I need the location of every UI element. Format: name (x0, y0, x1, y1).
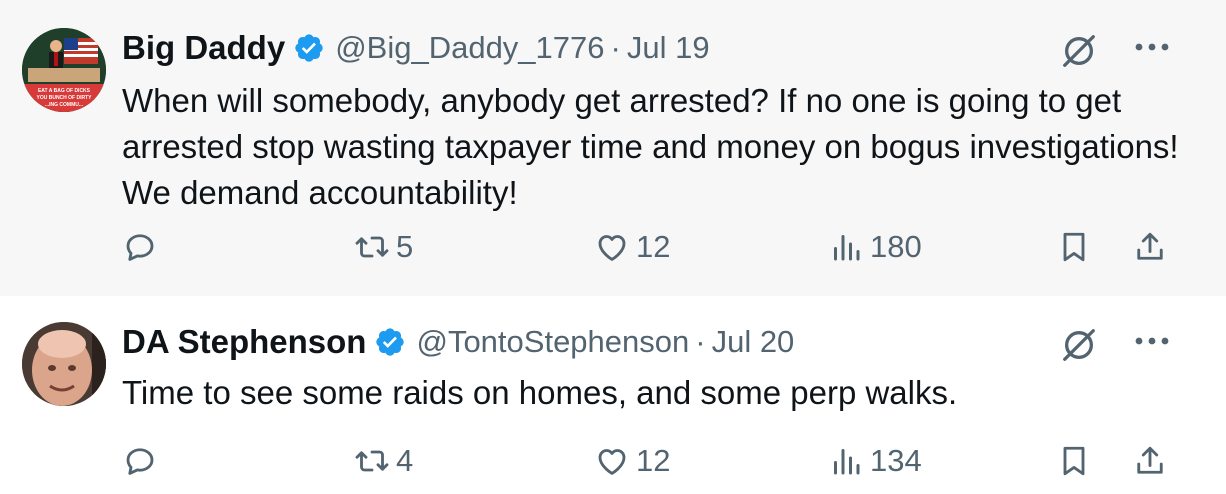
bookmark-icon (1063, 232, 1085, 262)
like-icon (598, 235, 626, 261)
bookmark-button[interactable] (1056, 438, 1092, 484)
reply-button[interactable] (122, 224, 158, 270)
repost-icon (355, 450, 389, 472)
bookmark-button[interactable] (1056, 224, 1092, 270)
share-icon (1137, 446, 1163, 474)
views-icon (834, 449, 860, 475)
views-count: 134 (870, 443, 922, 478)
verified-badge-icon (295, 34, 323, 62)
svg-text:EAT A BAG OF DICKS: EAT A BAG OF DICKS (38, 88, 91, 94)
repost-button[interactable]: 5 (354, 224, 413, 270)
separator: · (695, 324, 706, 359)
views-icon (834, 235, 860, 261)
handle[interactable]: @Big_Daddy_1776 (335, 30, 604, 66)
repost-icon (355, 236, 389, 258)
tweet-header: Big Daddy @Big_Daddy_1776 · Jul 19 (122, 28, 710, 68)
like-count: 12 (636, 443, 671, 478)
views-button[interactable]: 180 (828, 224, 922, 270)
display-name[interactable]: DA Stephenson (122, 323, 366, 361)
tweet-actions: 4 12 134 (122, 438, 1192, 484)
tweet-top-actions (1060, 322, 1170, 362)
share-button[interactable] (1132, 438, 1168, 484)
svg-text:...ING COMMU...: ...ING COMMU... (45, 102, 84, 108)
tweet[interactable]: DA Stephenson @TontoStephenson · Jul 20 … (0, 296, 1226, 494)
like-button[interactable]: 12 (594, 224, 670, 270)
reply-icon (126, 448, 154, 475)
avatar[interactable]: EAT A BAG OF DICKS YOU BUNCH OF DIRTY ..… (22, 28, 106, 112)
repost-count: 5 (396, 229, 414, 264)
avatar[interactable] (22, 322, 106, 406)
grok-icon[interactable] (1060, 32, 1098, 70)
svg-text:YOU BUNCH OF DIRTY: YOU BUNCH OF DIRTY (37, 95, 93, 101)
more-icon[interactable] (1134, 336, 1170, 346)
like-button[interactable]: 12 (594, 438, 670, 484)
tweet-top-actions (1060, 28, 1170, 68)
tweet-header: DA Stephenson @TontoStephenson · Jul 20 (122, 322, 794, 362)
bookmark-icon (1063, 446, 1085, 476)
tweet-actions: 5 12 180 (122, 224, 1192, 270)
tweet[interactable]: EAT A BAG OF DICKS YOU BUNCH OF DIRTY ..… (0, 0, 1226, 296)
like-count: 12 (636, 229, 671, 264)
handle[interactable]: @TontoStephenson (416, 324, 689, 360)
views-count: 180 (870, 229, 922, 264)
avatar-image (22, 322, 106, 406)
reply-icon (126, 234, 154, 261)
views-button[interactable]: 134 (828, 438, 922, 484)
separator: · (610, 30, 621, 65)
display-name[interactable]: Big Daddy (122, 29, 285, 67)
like-icon (598, 449, 626, 475)
tweet-text: Time to see some raids on homes, and som… (122, 374, 958, 411)
repost-button[interactable]: 4 (354, 438, 413, 484)
repost-count: 4 (396, 443, 414, 478)
timestamp[interactable]: Jul 20 (712, 324, 795, 360)
reply-button[interactable] (122, 438, 158, 484)
more-icon[interactable] (1134, 42, 1170, 52)
share-button[interactable] (1132, 224, 1168, 270)
tweet-text: When will somebody, anybody get arrested… (122, 82, 1179, 211)
grok-icon[interactable] (1060, 326, 1098, 364)
timestamp[interactable]: Jul 19 (627, 30, 710, 66)
verified-badge-icon (376, 328, 405, 356)
avatar-image: EAT A BAG OF DICKS YOU BUNCH OF DIRTY ..… (22, 28, 106, 112)
share-icon (1137, 232, 1163, 260)
